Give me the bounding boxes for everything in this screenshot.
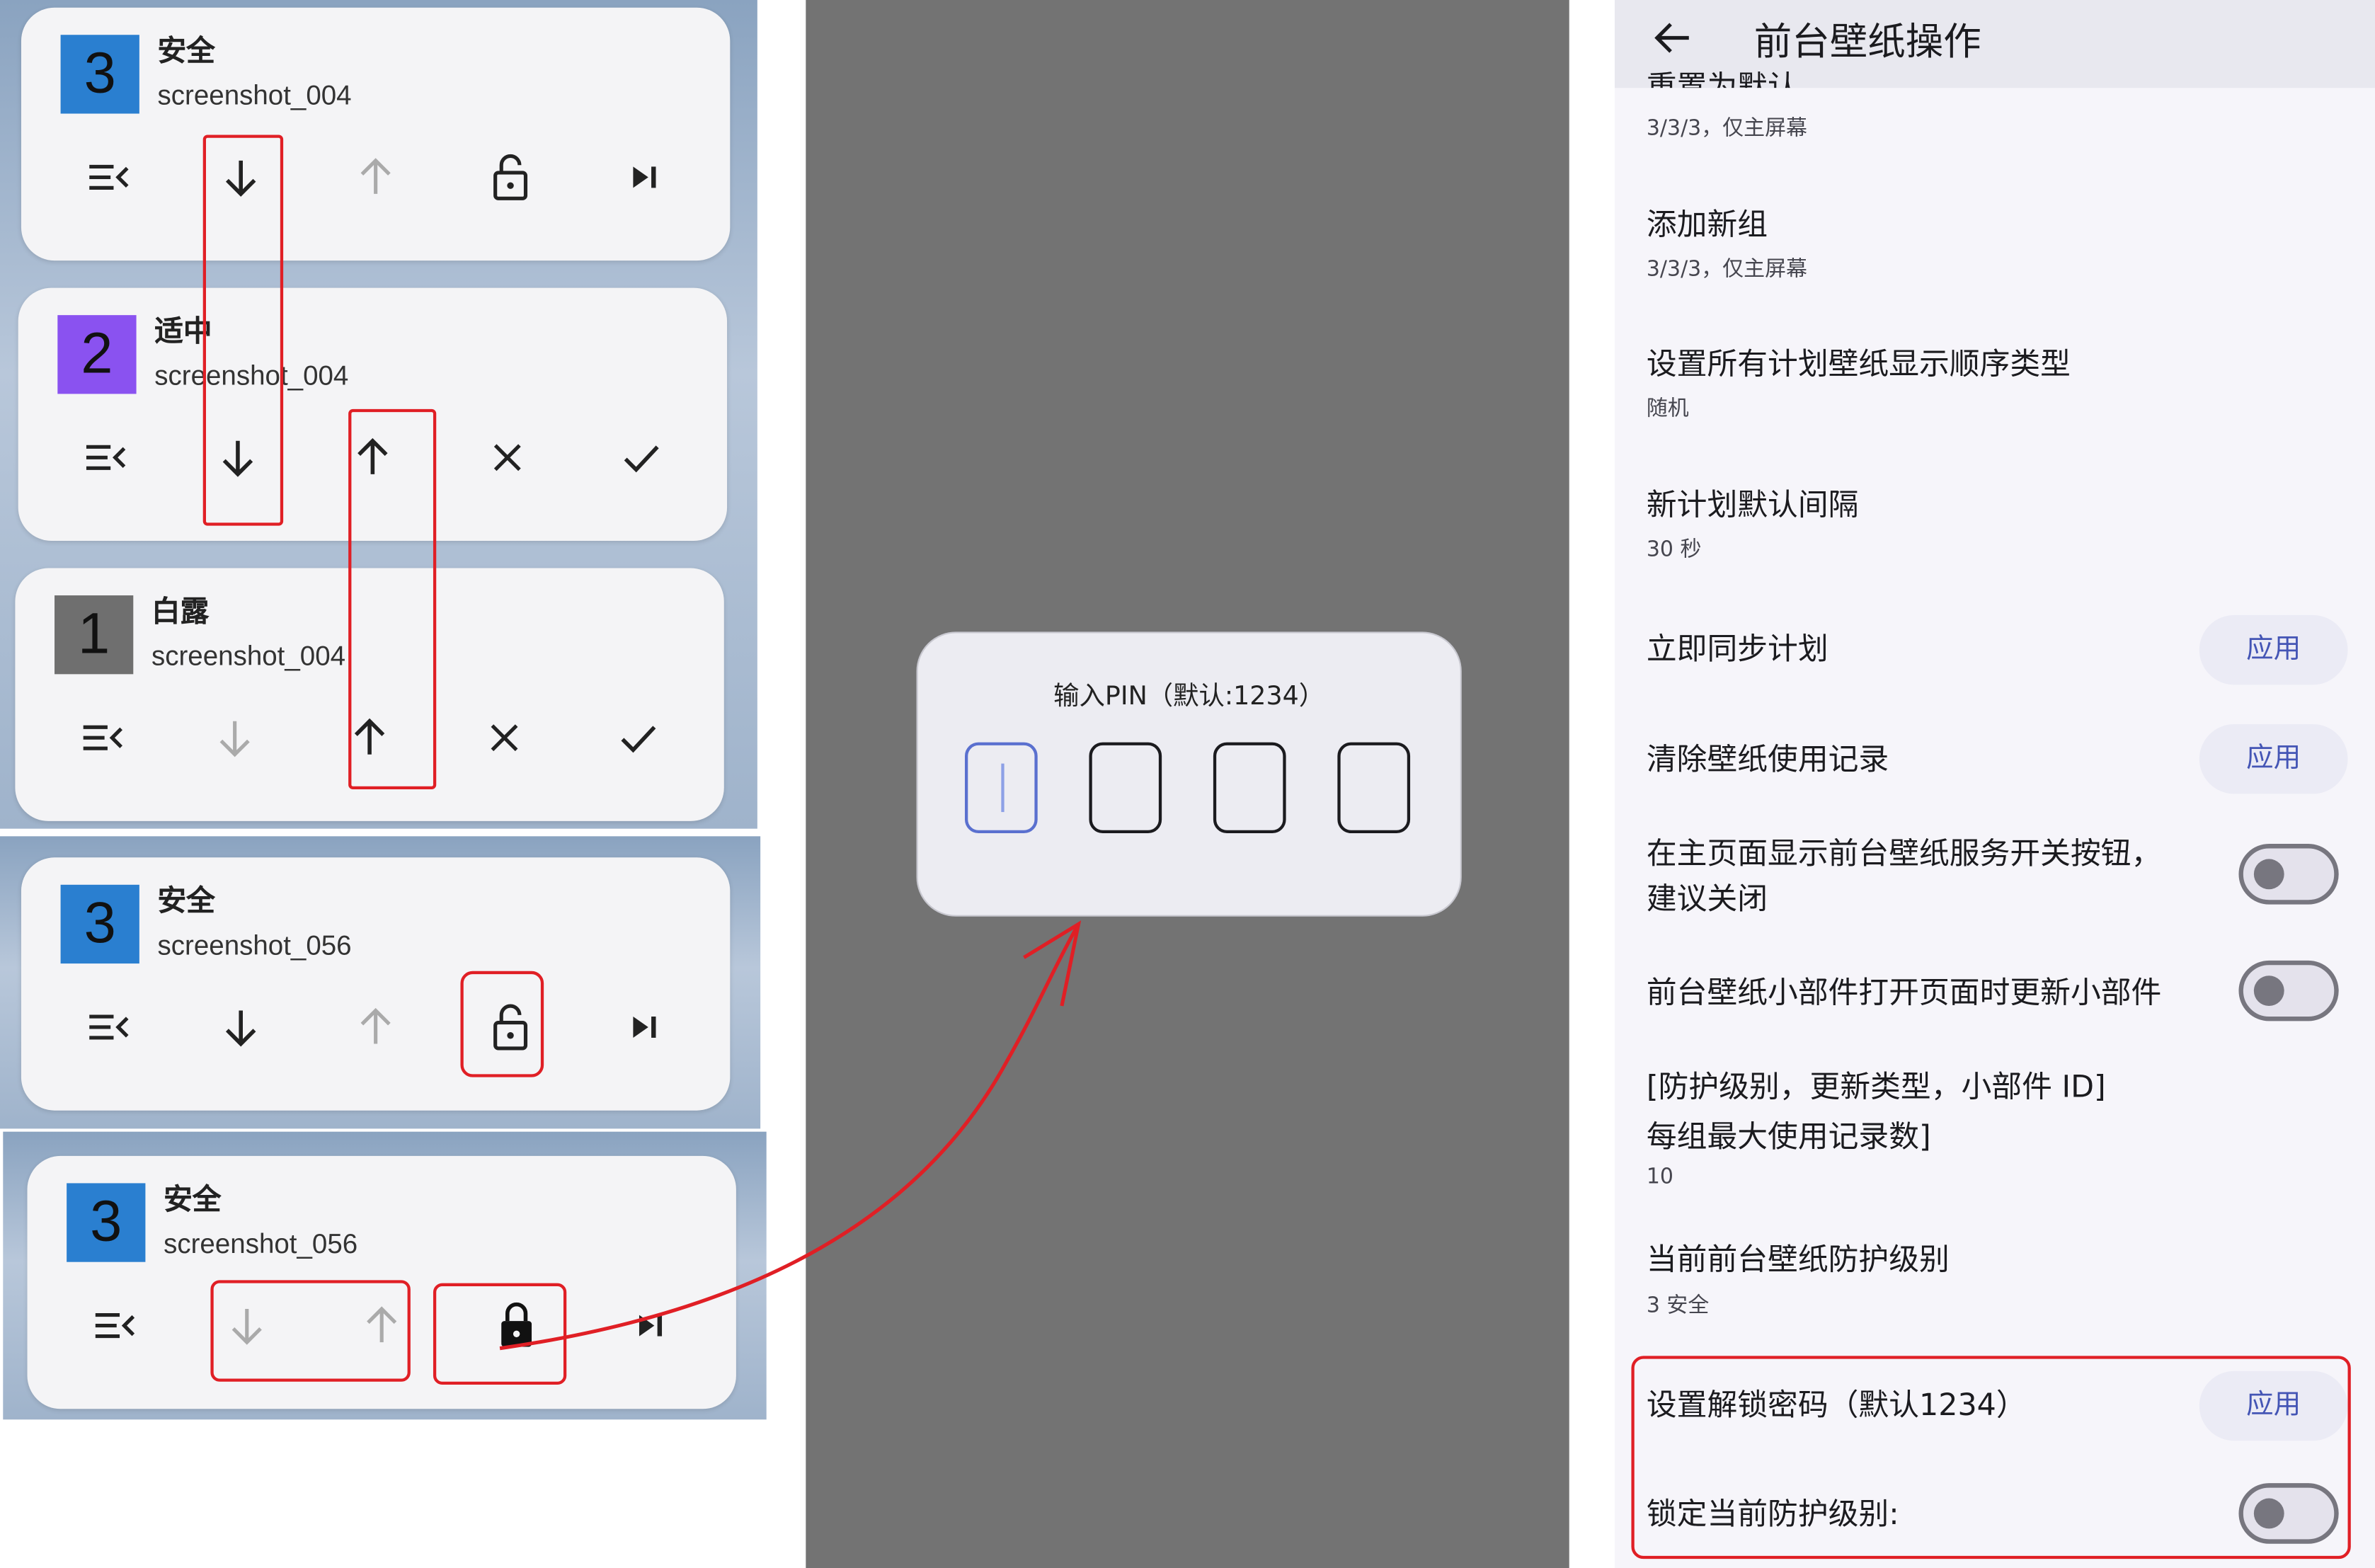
- annotation-arrow: [499, 920, 1082, 1351]
- composite-screenshot: 3 安全 screenshot_004 2 适中 screenshot_004 …: [0, 0, 2375, 1568]
